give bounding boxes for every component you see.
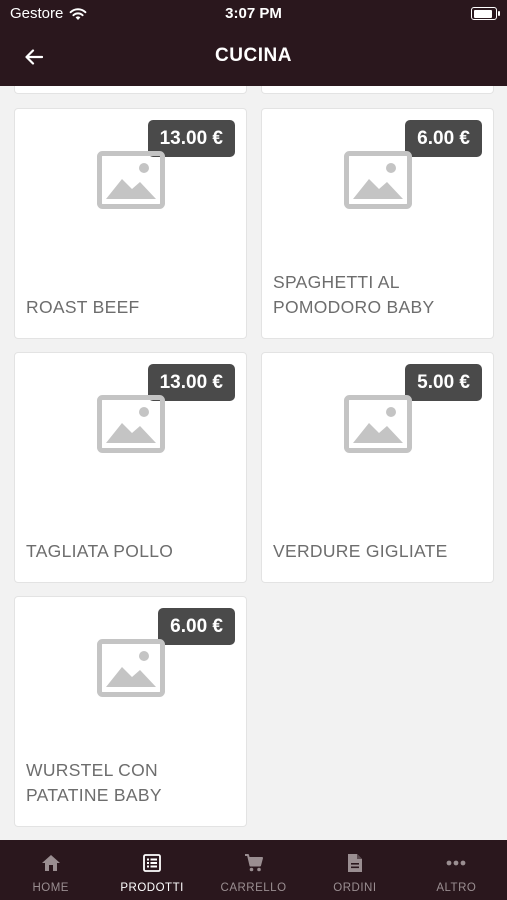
card-partial-left [14,86,247,94]
product-grid[interactable]: 13.00 € ROAST BEEF 6.00 € SPAGHETTI AL P… [0,86,507,840]
app-header: CUCINA [0,28,507,86]
product-card[interactable]: 5.00 € VERDURE GIGLIATE [261,352,494,583]
list-icon [141,853,163,873]
tab-label: ALTRO [436,882,477,894]
cart-icon [243,853,265,873]
image-placeholder-icon [344,151,412,209]
tab-label: ORDINI [333,882,377,894]
page-title: CUCINA [215,45,292,66]
product-card[interactable]: 13.00 € ROAST BEEF [14,108,247,339]
price-badge: 5.00 € [405,364,482,401]
image-placeholder-icon [344,395,412,453]
product-card[interactable]: 6.00 € SPAGHETTI AL POMODORO BABY [261,108,494,339]
tab-home[interactable]: HOME [0,840,101,900]
card-partial-right [261,86,494,94]
status-bar: Gestore 3:07 PM [0,0,507,28]
tab-ordini[interactable]: ORDINI [304,840,405,900]
image-placeholder-icon [97,639,165,697]
product-card[interactable]: 13.00 € TAGLIATA POLLO [14,352,247,583]
tab-label: CARRELLO [220,882,287,894]
bottom-tab-bar: HOME PRODOTTI CARRELLO ORDINI ALTRO [0,840,507,900]
home-icon [40,853,62,873]
product-name: TAGLIATA POLLO [26,541,174,561]
battery-fill [473,9,492,18]
battery-icon [471,7,500,20]
document-icon [344,853,366,873]
price-badge: 6.00 € [405,120,482,157]
tab-carrello[interactable]: CARRELLO [203,840,304,900]
product-card[interactable]: 6.00 € WURSTEL CON PATATINE BABY [14,596,247,827]
price-badge: 6.00 € [158,608,235,645]
product-name: SPAGHETTI AL POMODORO BABY [273,272,435,317]
more-icon [445,853,467,873]
status-time: 3:07 PM [225,5,282,22]
image-placeholder-icon [97,151,165,209]
tab-altro[interactable]: ALTRO [406,840,507,900]
tab-label: PRODOTTI [120,882,184,894]
tab-prodotti[interactable]: PRODOTTI [101,840,202,900]
tab-label: HOME [32,882,69,894]
product-name: WURSTEL CON PATATINE BABY [26,760,162,805]
image-placeholder-icon [97,395,165,453]
product-name: VERDURE GIGLIATE [273,541,448,561]
product-name: ROAST BEEF [26,297,140,317]
